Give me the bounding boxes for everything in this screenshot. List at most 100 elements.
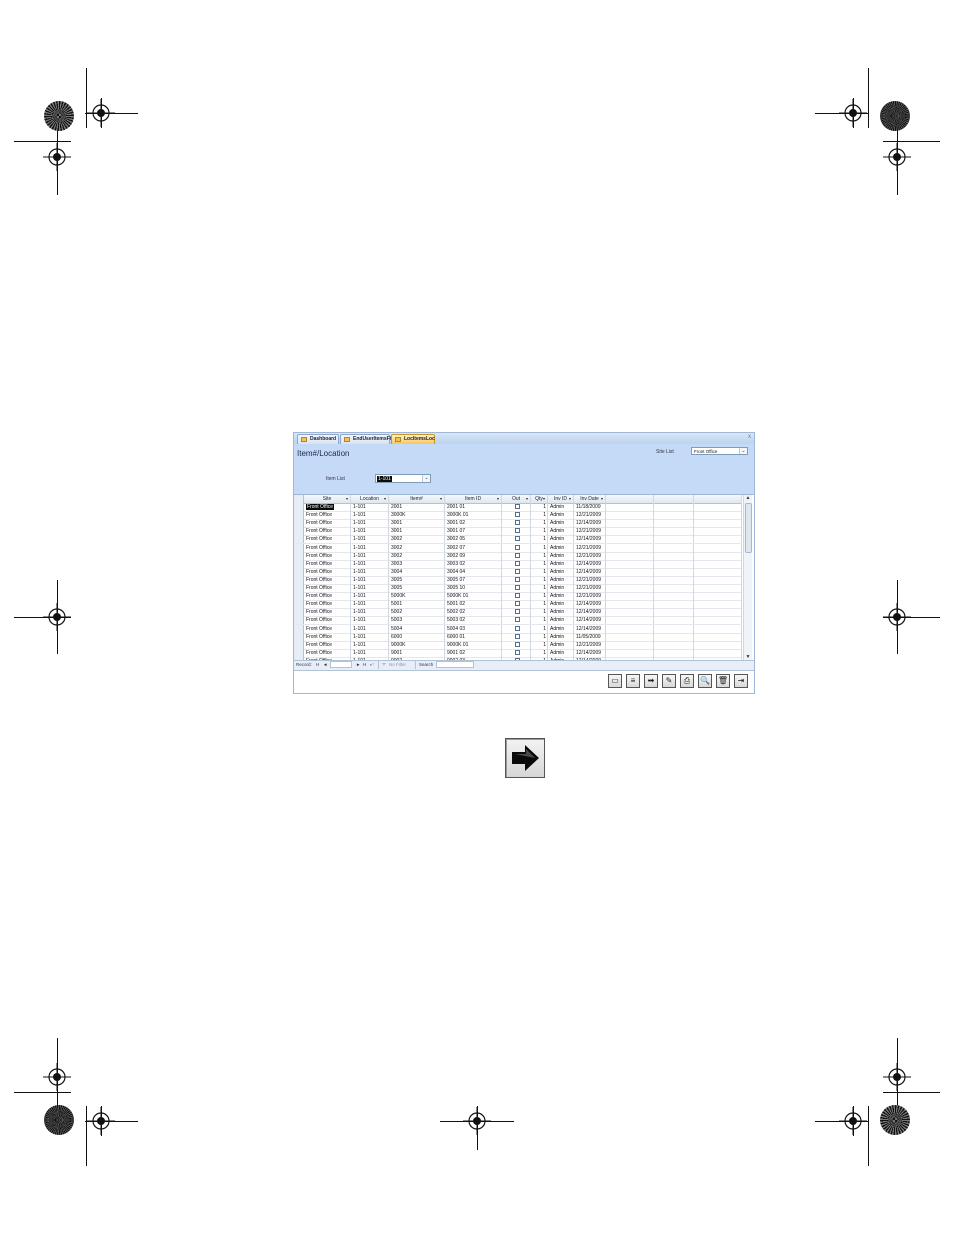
column-header[interactable]: Inv Date ▾ [574,495,606,503]
checkbox[interactable] [514,520,520,526]
table-cell[interactable]: Front Office [304,567,351,576]
checkbox[interactable] [514,544,520,550]
column-header[interactable]: Item# ▾ [389,495,445,503]
table-cell[interactable]: 1 [531,592,548,601]
checkbox[interactable] [514,633,520,639]
table-cell[interactable]: Front Office [304,648,351,657]
table-cell[interactable]: 3000K 01 [445,511,502,520]
row-selector[interactable] [294,551,304,560]
table-cell[interactable]: 12/14/2009 [574,559,606,568]
table-cell[interactable]: 1 [531,575,548,584]
sort-filter-dropdown-icon[interactable]: ▾ [526,495,528,503]
row-selector[interactable] [294,600,304,609]
table-cell[interactable]: 3001 [389,519,445,528]
previous-record-icon[interactable]: ◄ [323,661,327,669]
table-cell[interactable]: 1-101 [351,624,389,633]
table-cell[interactable]: 9001 [389,648,445,657]
table-cell[interactable]: 12/21/2009 [574,640,606,649]
table-cell[interactable]: 1-101 [351,640,389,649]
tab-dashboard[interactable]: Dashboard [297,434,339,444]
table-cell[interactable]: 1-101 [351,608,389,617]
sort-filter-dropdown-icon[interactable]: ▾ [384,495,386,503]
table-cell[interactable]: 12/14/2009 [574,616,606,625]
table-cell[interactable]: 9000K [389,640,445,649]
table-cell[interactable]: 12/14/2009 [574,519,606,528]
first-record-icon[interactable]: H [316,661,319,669]
table-cell[interactable]: 12/14/2009 [574,600,606,609]
table-cell[interactable]: 1 [531,503,548,511]
print-button[interactable]: ⎙ [680,674,694,688]
search-input[interactable] [436,661,474,668]
table-cell[interactable]: Admin [548,632,574,641]
table-cell[interactable]: 1 [531,584,548,592]
next-record-icon[interactable]: ► [356,661,360,669]
table-cell[interactable]: 3000K [389,511,445,520]
row-selector[interactable] [294,567,304,576]
edit-form-button[interactable]: ✎ [662,674,676,688]
checkbox[interactable] [514,625,520,631]
checkbox[interactable] [514,641,520,647]
out-checkbox[interactable] [502,543,531,552]
out-checkbox[interactable] [502,551,531,560]
table-cell[interactable]: 3005 [389,575,445,584]
table-cell[interactable]: 1-101 [351,584,389,592]
tab-enduseritemsfile[interactable]: EndUserItemsFile [340,434,395,444]
checkbox[interactable] [514,504,520,509]
table-cell[interactable]: 1-101 [351,543,389,552]
table-cell[interactable]: 12/14/2009 [574,608,606,617]
table-cell[interactable]: 12/21/2009 [574,584,606,592]
last-record-icon[interactable]: H [363,661,366,669]
table-cell[interactable]: 5002 02 [445,608,502,617]
scroll-thumb[interactable] [745,503,752,553]
row-selector[interactable] [294,640,304,649]
table-cell[interactable]: 1 [531,616,548,625]
table-cell[interactable]: Admin [548,624,574,633]
item-list-select[interactable]: 1-101 ⌄ [375,474,431,483]
sort-filter-dropdown-icon[interactable]: ▾ [601,495,603,503]
table-cell[interactable]: 12/14/2009 [574,648,606,657]
row-selector[interactable] [294,592,304,601]
table-cell[interactable]: 1-101 [351,559,389,568]
table-cell[interactable]: 1-101 [351,503,389,511]
table-cell[interactable]: Front Office [304,551,351,560]
table-cell[interactable]: 1 [531,559,548,568]
out-checkbox[interactable] [502,648,531,657]
table-cell[interactable]: 5004 [389,624,445,633]
table-cell[interactable]: 1 [531,543,548,552]
checkbox[interactable] [514,576,520,582]
table-cell[interactable]: Front Office [304,600,351,609]
column-header[interactable]: Inv ID ▾ [548,495,574,503]
row-selector[interactable] [294,519,304,528]
table-cell[interactable]: 1 [531,551,548,560]
table-cell[interactable]: 1 [531,511,548,520]
table-cell[interactable]: 1-101 [351,527,389,536]
new-record-icon[interactable]: ▸* [370,661,374,669]
table-cell[interactable]: Front Office [304,592,351,601]
row-selector[interactable] [294,527,304,536]
table-cell[interactable]: Front Office [304,511,351,520]
table-cell[interactable]: 12/14/2009 [574,567,606,576]
table-cell[interactable]: Admin [548,575,574,584]
column-header[interactable]: Item ID ▾ [445,495,502,503]
sort-filter-dropdown-icon[interactable]: ▾ [569,495,571,503]
table-cell[interactable]: Admin [548,519,574,528]
table-cell[interactable]: Admin [548,527,574,536]
table-cell[interactable]: Admin [548,567,574,576]
table-cell[interactable]: 3004 04 [445,567,502,576]
table-cell[interactable]: Admin [548,608,574,617]
table-cell[interactable]: 6000 01 [445,632,502,641]
exit-button[interactable]: ⇥ [734,674,748,688]
sort-filter-dropdown-icon[interactable]: ▾ [543,495,545,503]
out-checkbox[interactable] [502,559,531,568]
column-header[interactable]: Qty ▾ [531,495,548,503]
out-checkbox[interactable] [502,503,531,511]
table-cell[interactable]: Front Office [304,584,351,592]
table-cell[interactable]: 3002 05 [445,535,502,544]
column-header[interactable]: Out ▾ [502,495,531,503]
table-cell[interactable]: 3002 09 [445,551,502,560]
scroll-up-icon[interactable]: ▲ [744,495,752,502]
tab-locitemsloc[interactable]: LocItemsLoc [391,434,435,444]
table-cell[interactable]: 11/18/2009 [574,503,606,511]
table-cell[interactable]: 2001 01 [445,503,502,511]
table-cell[interactable]: Front Office [304,527,351,536]
